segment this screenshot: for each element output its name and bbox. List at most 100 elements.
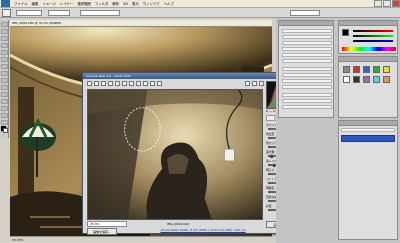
- style-swatch[interactable]: [343, 66, 350, 73]
- styles-panel-header[interactable]: [339, 57, 397, 62]
- graduated-filter-tool-icon[interactable]: [157, 81, 162, 86]
- adjust-row-6[interactable]: [282, 59, 332, 63]
- background-color-swatch[interactable]: [3, 128, 8, 133]
- adjust-row-13[interactable]: [282, 105, 332, 109]
- zoom-tool-icon[interactable]: [87, 81, 92, 86]
- workspace-field[interactable]: [290, 10, 320, 16]
- spot-removal-tool-icon[interactable]: [136, 81, 141, 86]
- style-swatch[interactable]: [353, 66, 360, 73]
- menu-analysis[interactable]: 解析: [110, 1, 121, 6]
- minimize-button[interactable]: [374, 0, 382, 7]
- photoshop-window: ファイル 編集 イメージ レイヤー 選択範囲 フィルタ 解析 3D 表示 ウィン…: [0, 0, 400, 243]
- move-tool-icon[interactable]: [1, 22, 8, 27]
- preferences-icon[interactable]: [245, 81, 250, 86]
- adjustments-panel: [278, 20, 334, 118]
- menu-help[interactable]: ヘルプ: [162, 1, 176, 6]
- adjust-row-7[interactable]: [282, 67, 332, 71]
- history-brush-tool-icon[interactable]: [1, 85, 8, 90]
- menu-view[interactable]: 表示: [130, 1, 141, 6]
- green-channel-slider[interactable]: [353, 35, 393, 37]
- tab-basic[interactable]: [267, 116, 275, 120]
- photoshop-logo-icon: [1, 0, 10, 7]
- style-swatch[interactable]: [373, 66, 380, 73]
- zoom-level-select[interactable]: 25.3%: [87, 221, 127, 227]
- adjust-row-11[interactable]: [282, 93, 332, 97]
- crop-tool-icon[interactable]: [122, 81, 127, 86]
- type-tool-icon[interactable]: [1, 120, 8, 125]
- red-channel-slider[interactable]: [353, 30, 393, 32]
- healing-brush-tool-icon[interactable]: [1, 64, 8, 69]
- style-swatch[interactable]: [353, 76, 360, 83]
- maximize-button[interactable]: [383, 0, 391, 7]
- style-swatch[interactable]: [383, 66, 390, 73]
- color-panel-header[interactable]: [339, 21, 397, 26]
- eraser-tool-icon[interactable]: [1, 92, 8, 97]
- style-swatch[interactable]: [363, 76, 370, 83]
- color-spectrum-bar[interactable]: [342, 47, 396, 51]
- color-fg-swatch[interactable]: [342, 29, 349, 36]
- status-bar: 33.33%: [10, 236, 272, 243]
- current-tool-icon[interactable]: [2, 9, 11, 17]
- menu-bar: ファイル 編集 イメージ レイヤー 選択範囲 フィルタ 解析 3D 表示 ウィン…: [0, 0, 400, 8]
- rotate-left-icon[interactable]: [252, 81, 257, 86]
- menu-3d[interactable]: 3D: [121, 2, 130, 6]
- style-swatch[interactable]: [383, 76, 390, 83]
- brush-tool-icon[interactable]: [1, 71, 8, 76]
- filename-label: IMG_0000.CR2: [167, 222, 189, 226]
- style-swatch[interactable]: [363, 66, 370, 73]
- menu-select[interactable]: 選択範囲: [75, 1, 93, 6]
- adjust-row-4[interactable]: [282, 47, 332, 51]
- blend-mode-select[interactable]: [341, 128, 395, 132]
- targeted-adjustment-tool-icon[interactable]: [115, 81, 120, 86]
- document-tab[interactable]: IMG_0000.CR2 @ 33.3% (RGB/8): [10, 20, 272, 27]
- color-panel: [338, 20, 398, 54]
- toolbox: [0, 20, 9, 138]
- rotate-right-icon[interactable]: [259, 81, 264, 86]
- menu-file[interactable]: ファイル: [12, 1, 30, 6]
- adjust-row-12[interactable]: [282, 99, 332, 103]
- style-swatch[interactable]: [343, 76, 350, 83]
- style-swatch[interactable]: [373, 76, 380, 83]
- red-eye-tool-icon[interactable]: [143, 81, 148, 86]
- gradient-tool-icon[interactable]: [1, 99, 8, 104]
- blue-channel-slider[interactable]: [353, 40, 393, 42]
- straighten-tool-icon[interactable]: [129, 81, 134, 86]
- option-field-2[interactable]: [48, 10, 70, 16]
- layers-panel-header[interactable]: [339, 121, 397, 126]
- menu-edit[interactable]: 編集: [30, 1, 41, 6]
- adjust-row-5[interactable]: [282, 53, 332, 57]
- quick-select-tool-icon[interactable]: [1, 43, 8, 48]
- raw-preview-image[interactable]: [87, 89, 263, 220]
- layer-row-background[interactable]: [341, 135, 395, 142]
- adjust-row-8[interactable]: [282, 73, 332, 77]
- lasso-tool-icon[interactable]: [1, 36, 8, 41]
- menu-layer[interactable]: レイヤー: [58, 1, 75, 6]
- raw-toolbar: [87, 80, 264, 87]
- color-sampler-tool-icon[interactable]: [108, 81, 113, 86]
- adjust-row-2[interactable]: [282, 35, 332, 39]
- save-image-button[interactable]: 画像を保存...: [87, 228, 117, 235]
- white-balance-tool-icon[interactable]: [101, 81, 106, 86]
- dodge-tool-icon[interactable]: [1, 106, 8, 111]
- menu-image[interactable]: イメージ: [40, 1, 58, 6]
- adjust-row-1[interactable]: [282, 29, 332, 33]
- option-field-1[interactable]: [16, 10, 42, 16]
- pen-tool-icon[interactable]: [1, 113, 8, 118]
- crop-tool-icon[interactable]: [1, 50, 8, 55]
- adjust-row-9[interactable]: [282, 79, 332, 83]
- marquee-tool-icon[interactable]: [1, 29, 8, 34]
- panel-dock: [276, 18, 400, 243]
- adjust-row-3[interactable]: [282, 41, 332, 45]
- close-button[interactable]: [392, 0, 400, 7]
- adjust-row-10[interactable]: [282, 85, 332, 89]
- adjustments-panel-header[interactable]: [279, 21, 333, 26]
- adjustment-brush-tool-icon[interactable]: [150, 81, 155, 86]
- menu-filter[interactable]: フィルタ: [93, 1, 111, 6]
- hand-tool-icon[interactable]: [94, 81, 99, 86]
- clone-stamp-tool-icon[interactable]: [1, 78, 8, 83]
- option-field-3[interactable]: [80, 10, 120, 16]
- options-bar: [0, 8, 400, 18]
- workflow-options-link[interactable]: Adobe RGB (1998); 8 bit; 3888 x 2592 (10…: [153, 228, 253, 233]
- eyedropper-tool-icon[interactable]: [1, 57, 8, 62]
- menu-window[interactable]: ウィンドウ: [141, 1, 162, 6]
